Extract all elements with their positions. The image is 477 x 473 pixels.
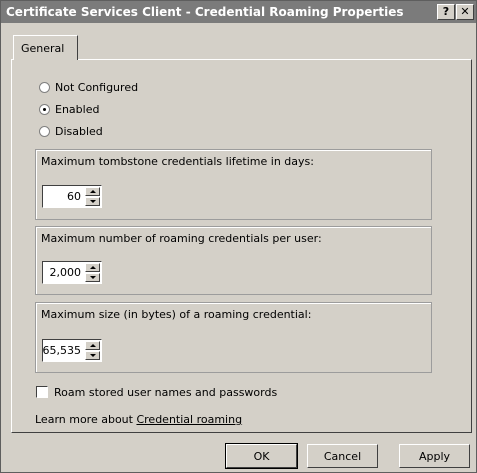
roam-stored-credentials-checkbox[interactable] <box>36 386 48 398</box>
credential-roaming-link[interactable]: Credential roaming <box>136 413 242 426</box>
learn-more-prefix: Learn more about <box>35 413 137 426</box>
max-credentials-value[interactable]: 2,000 <box>50 266 82 279</box>
tab-general-label: General <box>21 42 65 55</box>
max-credentials-spin <box>85 263 100 282</box>
roam-stored-credentials-label: Roam stored user names and passwords <box>54 386 278 399</box>
spin-up-icon[interactable] <box>85 341 100 350</box>
spin-down-icon[interactable] <box>85 197 100 206</box>
cancel-button[interactable]: Cancel <box>307 444 378 468</box>
help-button[interactable]: ? <box>437 4 455 20</box>
tombstone-lifetime-value[interactable]: 60 <box>67 190 81 203</box>
tombstone-lifetime-group: Maximum tombstone credentials lifetime i… <box>35 149 432 220</box>
radio-enabled-control[interactable] <box>39 104 50 115</box>
max-size-stepper[interactable]: 65,535 <box>42 339 102 362</box>
title-bar: Certificate Services Client - Credential… <box>1 1 476 23</box>
radio-disabled-label: Disabled <box>55 125 103 138</box>
spin-down-icon[interactable] <box>85 273 100 282</box>
radio-disabled-control[interactable] <box>39 126 50 137</box>
max-credentials-stepper[interactable]: 2,000 <box>42 261 102 284</box>
tombstone-lifetime-stepper[interactable]: 60 <box>42 185 102 208</box>
radio-enabled-label: Enabled <box>55 103 100 116</box>
spin-up-icon[interactable] <box>85 263 100 272</box>
max-size-label: Maximum size (in bytes) of a roaming cre… <box>41 308 312 321</box>
spin-up-icon[interactable] <box>85 187 100 196</box>
max-credentials-group: Maximum number of roaming credentials pe… <box>35 226 432 295</box>
tombstone-lifetime-label: Maximum tombstone credentials lifetime i… <box>41 155 314 168</box>
max-size-spin <box>85 341 100 360</box>
max-credentials-label: Maximum number of roaming credentials pe… <box>41 232 322 245</box>
question-mark-icon: ? <box>442 5 450 18</box>
window-title: Certificate Services Client - Credential… <box>6 5 404 19</box>
tombstone-lifetime-spin <box>85 187 100 206</box>
close-icon: ✕ <box>460 5 470 18</box>
apply-button[interactable]: Apply <box>399 444 470 468</box>
radio-not-configured-label: Not Configured <box>55 81 139 94</box>
learn-more-text: Learn more about Credential roaming <box>35 413 242 426</box>
properties-dialog: Certificate Services Client - Credential… <box>0 0 477 473</box>
ok-button[interactable]: OK <box>225 443 298 469</box>
spin-down-icon[interactable] <box>85 351 100 360</box>
tab-general[interactable]: General <box>13 35 78 60</box>
max-size-group: Maximum size (in bytes) of a roaming cre… <box>35 302 432 373</box>
max-size-value[interactable]: 65,535 <box>43 344 82 357</box>
close-button[interactable]: ✕ <box>456 4 474 20</box>
radio-not-configured-control[interactable] <box>39 82 50 93</box>
